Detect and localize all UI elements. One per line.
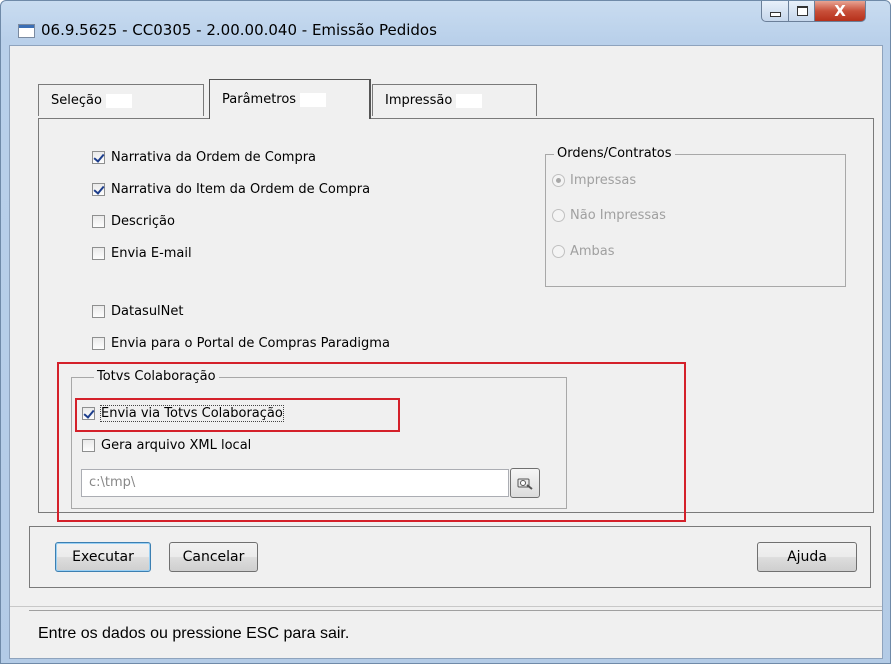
tab-selecao[interactable]: Seleção xyxy=(38,84,204,116)
minimize-button[interactable] xyxy=(761,1,790,22)
envia-email-checkbox[interactable]: Envia E-mail xyxy=(92,246,192,261)
checkbox-box[interactable] xyxy=(92,337,105,350)
ordens-contratos-group: Ordens/Contratos Impressas Não Impressas… xyxy=(545,146,846,287)
app-window: 06.9.5625 - CC0305 - 2.00.00.040 - Emiss… xyxy=(0,0,891,664)
minimize-icon xyxy=(770,11,781,17)
radio-ambas[interactable]: Ambas xyxy=(552,244,615,259)
tab-parametros[interactable]: Parâmetros xyxy=(209,79,371,119)
status-bar: Entre os dados ou pressione ESC para sai… xyxy=(29,610,882,658)
checkbox-box[interactable] xyxy=(92,215,105,228)
tab-selecao-label: Seleção xyxy=(51,93,102,108)
narrativa-item-label: Narrativa do Item da Ordem de Compra xyxy=(111,182,371,197)
descricao-label: Descrição xyxy=(111,214,175,229)
checkbox-box[interactable] xyxy=(92,305,105,318)
envia-email-label: Envia E-mail xyxy=(111,246,192,261)
checkbox-box[interactable] xyxy=(92,151,105,164)
maximize-icon xyxy=(796,6,808,16)
app-window-icon xyxy=(18,24,35,38)
tab-impressao-label: Impressão xyxy=(385,93,453,108)
narrativa-ordem-checkbox[interactable]: Narrativa da Ordem de Compra xyxy=(92,150,316,165)
ajuda-button[interactable]: Ajuda xyxy=(757,542,857,572)
datasulnet-checkbox[interactable]: DatasulNet xyxy=(92,304,183,319)
descricao-checkbox[interactable]: Descrição xyxy=(92,214,175,229)
radio-impressas-label: Impressas xyxy=(570,173,637,188)
status-text: Entre os dados ou pressione ESC para sai… xyxy=(38,625,350,642)
highlight-box-totvs-group xyxy=(57,362,686,522)
close-icon: X xyxy=(834,2,846,20)
radio-ambas-label: Ambas xyxy=(570,244,615,259)
ordens-contratos-title: Ordens/Contratos xyxy=(554,146,675,161)
radio-button[interactable] xyxy=(552,174,565,187)
tab-impressao[interactable]: Impressão xyxy=(372,84,537,116)
title-bar[interactable]: 06.9.5625 - CC0305 - 2.00.00.040 - Emiss… xyxy=(1,1,890,47)
radio-nao-impressas-label: Não Impressas xyxy=(570,208,666,223)
radio-impressas[interactable]: Impressas xyxy=(552,173,636,188)
executar-button[interactable]: Executar xyxy=(55,542,151,572)
maximize-button[interactable] xyxy=(788,1,816,22)
checkbox-box[interactable] xyxy=(92,247,105,260)
divider xyxy=(10,606,882,607)
window-title: 06.9.5625 - CC0305 - 2.00.00.040 - Emiss… xyxy=(41,21,437,39)
radio-button[interactable] xyxy=(552,245,565,258)
checkbox-box[interactable] xyxy=(92,183,105,196)
tab-strip: Seleção Parâmetros Impressão xyxy=(10,46,882,119)
button-bar: Executar Cancelar Ajuda xyxy=(29,526,871,588)
dialog-client-area: Seleção Parâmetros Impressão Narrativa d… xyxy=(9,45,883,659)
highlight-box-envia-via xyxy=(75,398,400,432)
portal-paradigma-label: Envia para o Portal de Compras Paradigma xyxy=(111,336,390,351)
datasulnet-label: DatasulNet xyxy=(111,304,184,319)
radio-nao-impressas[interactable]: Não Impressas xyxy=(552,208,666,223)
cancelar-button[interactable]: Cancelar xyxy=(169,542,258,572)
narrativa-ordem-label: Narrativa da Ordem de Compra xyxy=(111,150,317,165)
radio-button[interactable] xyxy=(552,209,565,222)
portal-paradigma-checkbox[interactable]: Envia para o Portal de Compras Paradigma xyxy=(92,336,390,351)
narrativa-item-checkbox[interactable]: Narrativa do Item da Ordem de Compra xyxy=(92,182,370,197)
tab-parametros-label: Parâmetros xyxy=(222,92,297,107)
close-button[interactable]: X xyxy=(814,1,866,22)
